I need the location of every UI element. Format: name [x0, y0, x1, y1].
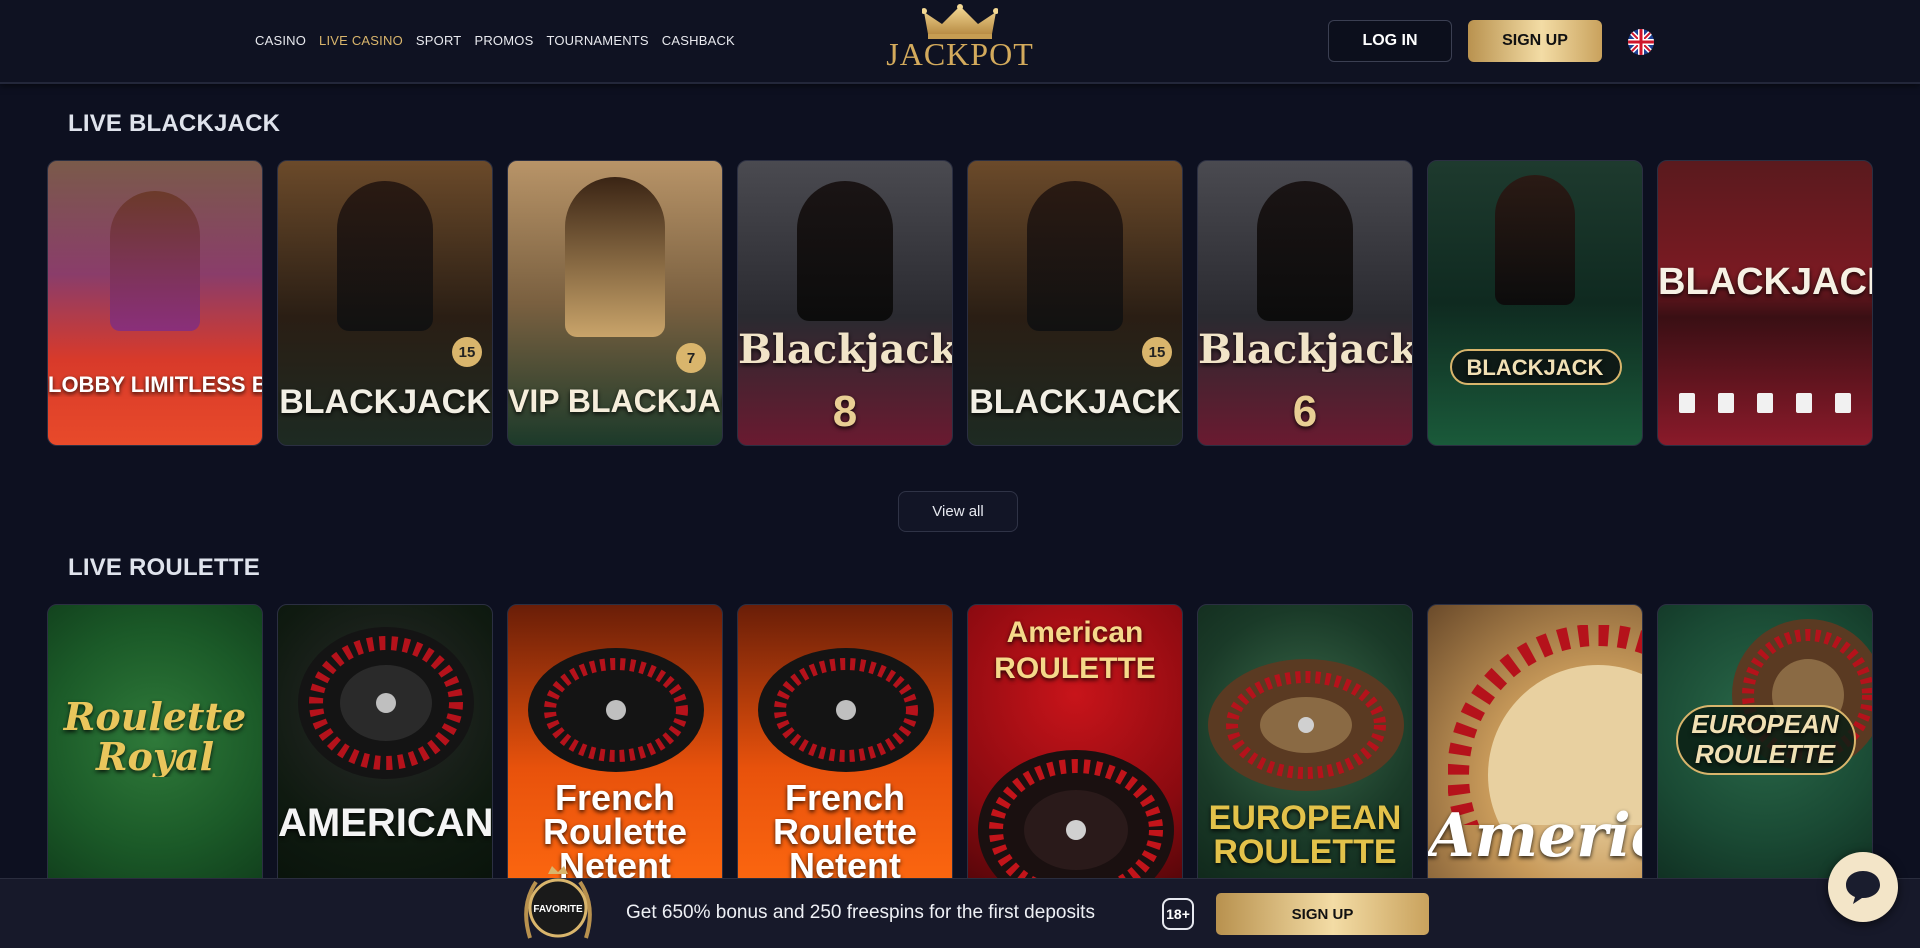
crown-icon: [922, 4, 998, 39]
site-header: CASINO LIVE CASINO SPORT PROMOS TOURNAME…: [0, 0, 1920, 84]
game-card-vip-blackjack-7[interactable]: VIP BLACKJACK 7: [507, 160, 723, 446]
game-label: BLACKJACK: [969, 383, 1181, 421]
nav-live-casino[interactable]: LIVE CASINO: [319, 33, 403, 48]
nav-cashback[interactable]: CASHBACK: [662, 33, 735, 48]
section-title-roulette: LIVE ROULETTE: [68, 554, 260, 581]
chat-button[interactable]: [1828, 852, 1898, 922]
jackpot-logo[interactable]: JACKPOT: [880, 4, 1040, 80]
game-card-blackjack-x[interactable]: BLACKJACK X: [1657, 160, 1873, 446]
nav-casino[interactable]: CASINO: [255, 33, 306, 48]
game-card-european-roulette[interactable]: EUROPEAN ROULETTE: [1197, 604, 1413, 904]
game-card-roulette-royal[interactable]: Roulette Royal: [47, 604, 263, 904]
roulette-wheel-icon: [298, 627, 474, 779]
promo-text: Get 650% bonus and 250 freespins for the…: [626, 902, 1095, 923]
roulette-wheel-icon: [1448, 625, 1642, 825]
nav-sport[interactable]: SPORT: [416, 33, 462, 48]
game-label: Blackjack: [1198, 326, 1412, 373]
table-number-badge: 15: [1142, 337, 1172, 367]
game-card-french-roulette-2[interactable]: French Roulette Netent: [737, 604, 953, 904]
roulette-wheel-icon: [758, 648, 934, 772]
main-nav: CASINO LIVE CASINO SPORT PROMOS TOURNAME…: [255, 33, 735, 48]
uk-flag-icon[interactable]: [1628, 29, 1654, 55]
game-label: French Roulette Netent: [773, 781, 917, 883]
game-card-blackjack-15[interactable]: BLACKJACK 15: [277, 160, 493, 446]
game-label: American ROULETTE: [994, 616, 1156, 685]
age-restriction-badge: 18+: [1162, 898, 1194, 930]
game-label: Roulette Royal: [63, 697, 247, 777]
table-number-badge: 15: [452, 337, 482, 367]
game-card-french-roulette-1[interactable]: French Roulette Netent: [507, 604, 723, 904]
game-label: EUROPEAN ROULETTE: [1208, 801, 1402, 869]
game-card-blackjack-15-b[interactable]: BLACKJACK 15: [967, 160, 1183, 446]
blackjack-row: LOBBY LIMITLESS BLACKJACK BLACKJACK 15 V…: [47, 160, 1873, 446]
roulette-row: Roulette Royal AMERICAN ROULETTE French …: [47, 604, 1873, 904]
game-card-blackjack-vip-6[interactable]: Blackjack 6: [1197, 160, 1413, 446]
game-label: LOBBY LIMITLESS BLACKJACK: [48, 373, 262, 397]
nav-tournaments[interactable]: TOURNAMENTS: [546, 33, 648, 48]
game-card-lobby-limitless-blackjack[interactable]: LOBBY LIMITLESS BLACKJACK: [47, 160, 263, 446]
roulette-wheel-icon: [1208, 659, 1404, 791]
signup-button[interactable]: SIGN UP: [1468, 20, 1602, 62]
chat-bubble-icon: [1846, 871, 1880, 904]
game-label: BLACKJACK: [279, 383, 491, 421]
table-number-badge: 6: [1292, 387, 1318, 436]
logo-text: JACKPOT: [886, 36, 1034, 72]
table-number-badge: 8: [832, 387, 858, 436]
table-number-badge: 7: [676, 343, 706, 373]
game-label: Blackjack: [738, 326, 952, 373]
game-label: American: [1428, 801, 1642, 871]
section-title-blackjack: LIVE BLACKJACK: [68, 110, 281, 137]
login-button[interactable]: LOG IN: [1328, 20, 1452, 62]
view-all-button[interactable]: View all: [898, 491, 1018, 532]
game-card-blackjack-vip-8[interactable]: Blackjack 8: [737, 160, 953, 446]
game-label: EUROPEAN ROULETTE: [1691, 709, 1839, 769]
game-card-american-roulette-red[interactable]: American ROULETTE: [967, 604, 1183, 904]
favorite-badge: FAVORITE: [516, 864, 600, 948]
game-card-american-roulette[interactable]: AMERICAN ROULETTE: [277, 604, 493, 904]
roulette-wheel-icon: [528, 648, 704, 772]
favorite-badge-text: FAVORITE: [533, 904, 583, 915]
game-label: BLACKJACK X: [1658, 261, 1872, 303]
card-row-decoration: [1668, 393, 1862, 413]
game-card-american[interactable]: American: [1427, 604, 1643, 904]
game-card-blackjack-green[interactable]: BLACKJACK: [1427, 160, 1643, 446]
banner-signup-button[interactable]: SIGN UP: [1216, 893, 1429, 935]
game-label: VIP BLACKJACK: [508, 383, 722, 419]
game-label: AMERICAN ROULETTE: [278, 801, 492, 845]
nav-promos[interactable]: PROMOS: [474, 33, 533, 48]
game-label: BLACKJACK: [1466, 355, 1604, 380]
